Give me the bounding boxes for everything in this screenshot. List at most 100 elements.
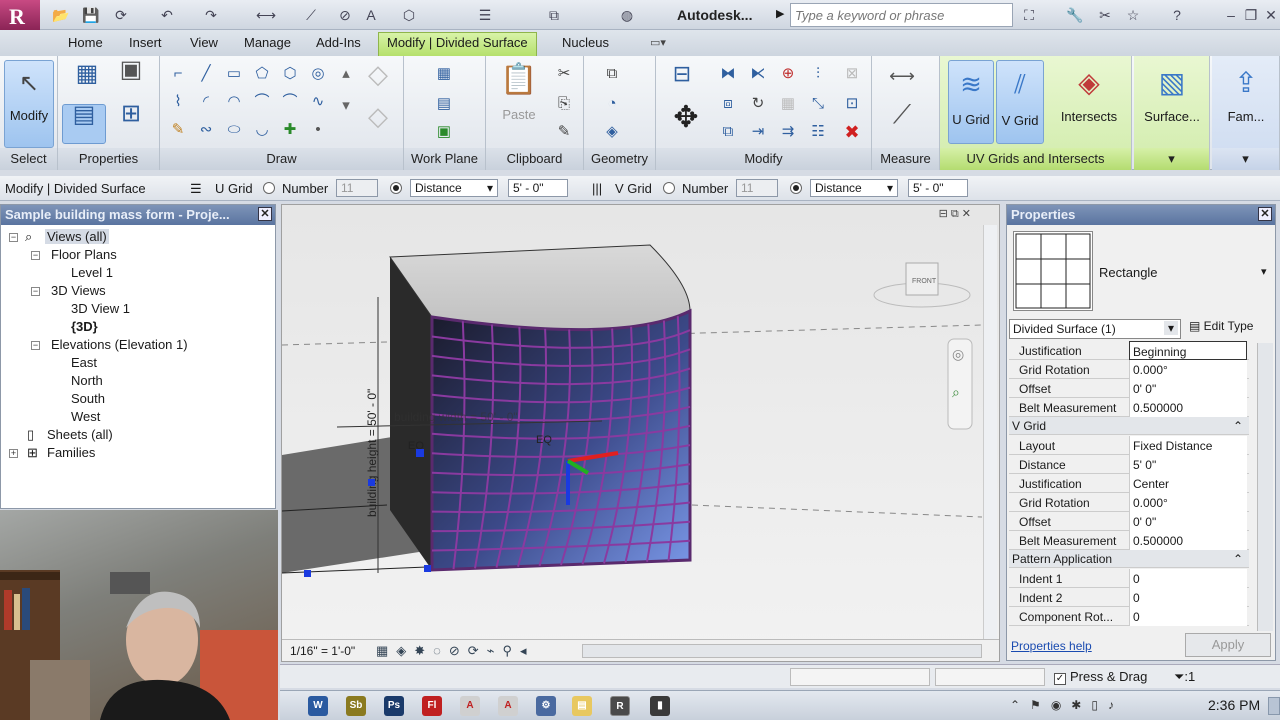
property-group-pattern-application[interactable]: Pattern Application ⌃ (1009, 550, 1249, 568)
save-icon[interactable]: 💾 (82, 6, 100, 24)
cut-geometry-icon[interactable]: ◔ (602, 94, 622, 114)
tree-item-elevations[interactable]: Elevations (Elevation 1) (51, 337, 188, 352)
tree-item-floor-plans[interactable]: Floor Plans (51, 247, 117, 262)
tree-item-sheets[interactable]: Sheets (all) (47, 427, 113, 442)
system-tray-icons[interactable]: ⌃⚑◉✱▯♪ (1010, 698, 1124, 712)
property-row-grid-rotation[interactable]: Grid Rotation 0.000° (1009, 360, 1249, 379)
grip-handle[interactable] (416, 449, 424, 457)
horizontal-scrollbar[interactable] (582, 644, 982, 658)
properties-help-link[interactable]: Properties help (1011, 639, 1092, 653)
type-properties-icon[interactable]: ▦ (70, 62, 104, 98)
tab-insert[interactable]: Insert (121, 34, 170, 51)
sb-icon[interactable]: Sb (346, 696, 366, 716)
text-icon[interactable]: A (362, 6, 380, 24)
scroll-down-icon[interactable]: ▾ (336, 96, 356, 116)
help-icon[interactable]: ? (1168, 6, 1186, 24)
3d-view-icon[interactable]: ⬡ (400, 6, 418, 24)
expand-icon[interactable]: + (9, 449, 18, 458)
scale-icon[interactable]: ⤡ (808, 94, 828, 114)
show-desktop-button[interactable] (1268, 697, 1280, 715)
line-tool-icon[interactable]: ⌐ (168, 64, 188, 84)
u-distance-select[interactable]: Distance ▾ (410, 179, 498, 197)
restore-icon[interactable]: ❐ (1242, 6, 1260, 24)
trim-icon[interactable]: ⇥ (748, 122, 768, 142)
press-drag-toggle[interactable]: ✓ Press & Drag (1054, 669, 1147, 685)
collapse-icon[interactable]: − (31, 287, 40, 296)
property-row-indent-1[interactable]: Indent 10 (1009, 569, 1249, 588)
eq-label-2[interactable]: EQ (536, 434, 552, 446)
arc-icon[interactable]: ◜ (196, 92, 216, 112)
property-row-belt-measurement[interactable]: Belt Measurement 0.500000 (1009, 398, 1249, 417)
property-row-distance[interactable]: Distance 5' 0" (1009, 455, 1249, 474)
camtasia-icon[interactable]: ▮ (650, 696, 670, 716)
render-icon[interactable]: ◍ (618, 6, 636, 24)
tree-item-3d-view-1[interactable]: 3D View 1 (71, 301, 130, 316)
collapse-icon[interactable]: − (31, 341, 40, 350)
extend-icon[interactable]: ⇉ (778, 122, 798, 142)
copy-icon[interactable]: ⎘ (554, 94, 574, 114)
split-face-icon[interactable]: ◈ (602, 122, 622, 142)
tree-item-3d-views[interactable]: 3D Views (51, 283, 106, 298)
array-icon[interactable]: ☷ (808, 122, 828, 142)
u-grid-toggle-icon[interactable]: ☰ (190, 181, 202, 197)
tree-item-east[interactable]: East (71, 355, 97, 370)
v-grid-button[interactable]: ⫽ V Grid (996, 60, 1044, 144)
open-icon[interactable]: 📂 (52, 6, 70, 24)
intersects-button[interactable]: ◈ Intersects (1052, 60, 1126, 144)
clock[interactable]: 2:36 PM (1208, 697, 1260, 713)
u-grid-button[interactable]: ≋ U Grid (948, 60, 994, 144)
flash-icon[interactable]: Fl (422, 696, 442, 716)
v-distance-input[interactable]: 5' - 0" (908, 179, 968, 197)
v-number-input[interactable]: 11 (736, 179, 778, 197)
delete-icon[interactable]: ✖ (842, 122, 862, 142)
reader-icon[interactable]: A (498, 696, 518, 716)
family-button[interactable]: ⇪ Fam... (1214, 60, 1278, 144)
thin-lines-icon[interactable]: ☰ (476, 6, 494, 24)
v-distance-select[interactable]: Distance ▾ (810, 179, 898, 197)
grip-handle[interactable] (424, 565, 431, 572)
selection-filter[interactable]: ⏷:1 (1174, 669, 1195, 685)
network-app-icon[interactable]: ⚙ (536, 696, 556, 716)
modify-button[interactable]: ↖ Modify (4, 60, 54, 148)
redo-icon[interactable]: ↷ (202, 6, 220, 24)
property-row-layout[interactable]: Layout Fixed Distance (1009, 436, 1249, 455)
switch-windows-icon[interactable]: ⧉ (545, 6, 563, 24)
u-distance-radio[interactable] (390, 182, 402, 194)
collapse-icon[interactable]: ⌃ (1233, 552, 1243, 566)
fillet-arc-icon[interactable]: ⌒ (280, 92, 300, 112)
property-row-component-rotation[interactable]: Component Rot... 0 (1009, 607, 1249, 626)
family-category-icon[interactable]: ⊞ (114, 102, 148, 138)
sync-icon[interactable]: ⟳ (112, 6, 130, 24)
viewer-icon[interactable]: ▣ (434, 122, 454, 142)
property-row-justification-v[interactable]: Justification Center (1009, 474, 1249, 493)
view-scale[interactable]: 1/16" = 1'-0" (290, 644, 355, 658)
measure-between-icon[interactable]: ⟷ (882, 66, 922, 86)
type-dropdown-icon[interactable]: ▾ (1261, 265, 1267, 278)
selection-filter-dropdown[interactable]: Divided Surface (1) ▾ (1009, 319, 1181, 339)
tab-view[interactable]: View (182, 34, 226, 51)
rotate-icon[interactable]: ↻ (748, 94, 768, 114)
property-row-justification[interactable]: Justification Beginning (1009, 341, 1249, 360)
title-arrow-icon[interactable]: ▶ (776, 7, 784, 20)
tab-nucleus[interactable]: Nucleus (554, 34, 617, 51)
collapse-icon[interactable]: − (31, 251, 40, 260)
tag-icon[interactable]: ⊘ (336, 6, 354, 24)
pick-lines-icon[interactable]: ✎ (168, 120, 188, 140)
circumscribed-polygon-icon[interactable]: ⬡ (280, 64, 300, 84)
polygon-icon[interactable]: ⬠ (252, 64, 272, 84)
subscription-icon[interactable]: 🔧 (1066, 6, 1084, 24)
model-canvas[interactable]: building height = 50' - 0" building widt… (282, 205, 999, 637)
grip-handle[interactable] (368, 479, 375, 486)
3d-viewport[interactable]: ⊟ ⧉ ✕ building height = 50' - 0" buildin… (281, 204, 1000, 662)
photoshop-icon[interactable]: Ps (384, 696, 404, 716)
word-icon[interactable]: W (308, 696, 328, 716)
align-icon[interactable]: ⊟ (668, 63, 696, 90)
circle-icon[interactable]: ◎ (308, 64, 328, 84)
tree-item-views-all[interactable]: Views (all) (45, 229, 109, 244)
viewcube[interactable]: FRONT (873, 262, 971, 308)
close-icon[interactable]: ✕ (258, 207, 272, 221)
v-grid-toggle-icon[interactable]: ||| (592, 181, 602, 196)
ribbon-minimize-icon[interactable]: ▭▾ (650, 36, 666, 49)
split-icon[interactable]: ⊕ (778, 64, 798, 84)
u-distance-input[interactable]: 5' - 0" (508, 179, 568, 197)
